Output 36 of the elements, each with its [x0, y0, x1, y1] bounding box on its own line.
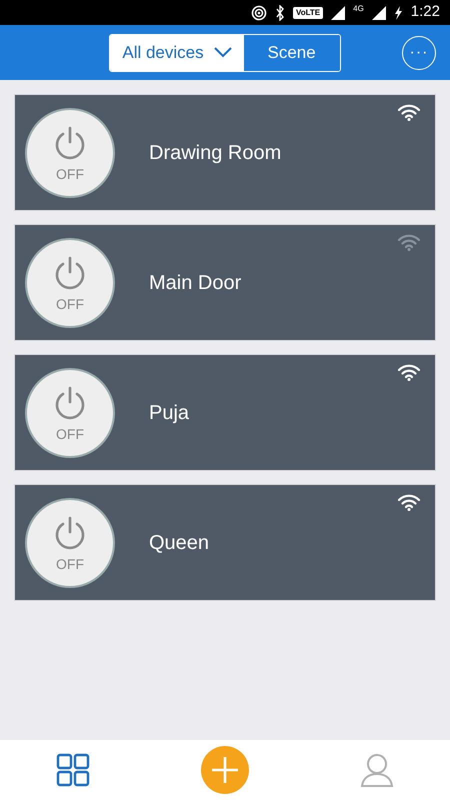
- device-card[interactable]: OFF Drawing Room: [14, 94, 436, 211]
- profile-tab[interactable]: [360, 752, 394, 788]
- device-name: Main Door: [149, 270, 242, 296]
- device-name: Queen: [149, 530, 210, 556]
- clock-time: 1:22: [410, 2, 440, 22]
- grid-icon: [56, 753, 90, 787]
- power-icon: [53, 516, 87, 552]
- power-icon: [53, 126, 87, 162]
- power-button[interactable]: OFF: [25, 108, 115, 198]
- device-card[interactable]: OFF Puja: [14, 354, 436, 471]
- power-icon: [53, 386, 87, 422]
- power-state-label: OFF: [56, 294, 84, 314]
- device-card[interactable]: OFF Main Door: [14, 224, 436, 341]
- power-button[interactable]: OFF: [25, 238, 115, 328]
- power-button[interactable]: OFF: [25, 368, 115, 458]
- power-state-label: OFF: [56, 424, 84, 444]
- plus-icon: [210, 755, 240, 785]
- bluetooth-icon: [274, 4, 285, 20]
- device-name: Puja: [149, 400, 190, 426]
- signal-icon: [331, 6, 346, 20]
- user-icon: [360, 752, 394, 788]
- power-icon: [53, 256, 87, 292]
- more-button[interactable]: ···: [402, 36, 436, 70]
- power-button[interactable]: OFF: [25, 498, 115, 588]
- device-card[interactable]: OFF Queen: [14, 484, 436, 601]
- signal-icon: [372, 6, 386, 20]
- segment-tab[interactable]: All devices: [110, 34, 244, 70]
- charging-icon: [394, 6, 403, 20]
- power-state-label: OFF: [56, 164, 84, 184]
- volte-badge: VoLTE: [292, 6, 324, 18]
- hotspot-icon: [250, 4, 267, 20]
- device-name: Drawing Room: [149, 140, 282, 166]
- add-button[interactable]: [200, 746, 249, 794]
- power-state-label: OFF: [56, 554, 84, 574]
- network-label: 4G: [353, 3, 364, 15]
- devices-tab[interactable]: [56, 753, 90, 787]
